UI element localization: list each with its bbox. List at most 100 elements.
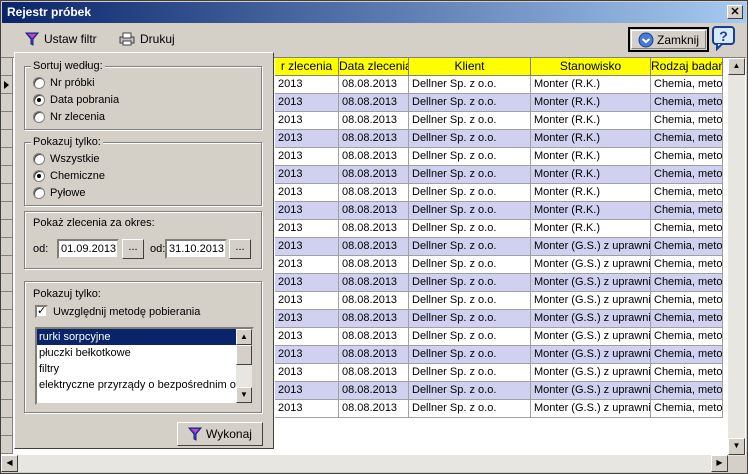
table-cell[interactable]: Chemia, metod (651, 238, 723, 256)
table-cell[interactable]: 08.08.2013 (339, 112, 409, 130)
table-cell[interactable]: Monter (R.K.) (531, 130, 651, 148)
row-header-cell[interactable] (1, 400, 13, 418)
table-cell[interactable]: Chemia, metod (651, 130, 723, 148)
row-header-cell[interactable] (1, 346, 13, 364)
table-cell[interactable]: 2013 (275, 130, 339, 148)
row-header-cell[interactable] (1, 292, 13, 310)
include-method-checkbox[interactable]: ✓ Uwzględnij metodę pobierania (35, 305, 200, 318)
table-cell[interactable]: 08.08.2013 (339, 220, 409, 238)
table-cell[interactable]: Chemia, metod (651, 112, 723, 130)
date-to-field[interactable]: 31.10.2013 (165, 239, 227, 259)
row-header-cell[interactable] (1, 112, 13, 130)
table-cell[interactable]: Monter (R.K.) (531, 220, 651, 238)
table-cell[interactable]: Dellner Sp. z o.o. (409, 94, 531, 112)
table-cell[interactable]: Dellner Sp. z o.o. (409, 274, 531, 292)
row-header-cell[interactable] (1, 382, 13, 400)
table-cell[interactable]: 08.08.2013 (339, 238, 409, 256)
row-header-cell[interactable] (1, 238, 13, 256)
column-header[interactable]: Data zlecenia (339, 58, 409, 76)
table-cell[interactable]: Dellner Sp. z o.o. (409, 382, 531, 400)
scroll-right-button[interactable]: ▶ (711, 455, 728, 472)
table-cell[interactable]: Chemia, metod (651, 328, 723, 346)
table-cell[interactable]: 2013 (275, 112, 339, 130)
table-cell[interactable]: Monter (R.K.) (531, 166, 651, 184)
table-cell[interactable]: Monter (R.K.) (531, 76, 651, 94)
close-button[interactable]: Zamknij (628, 27, 709, 52)
date-to-picker-button[interactable]: ... (229, 239, 251, 259)
table-cell[interactable]: Chemia, metod (651, 364, 723, 382)
table-cell[interactable]: Monter (G.S.) z uprawnie (531, 400, 651, 418)
table-cell[interactable]: 2013 (275, 166, 339, 184)
table-cell[interactable]: 08.08.2013 (339, 400, 409, 418)
table-cell[interactable]: Dellner Sp. z o.o. (409, 364, 531, 382)
table-cell[interactable]: Monter (R.K.) (531, 184, 651, 202)
table-cell[interactable]: Chemia, metod (651, 256, 723, 274)
table-cell[interactable]: Dellner Sp. z o.o. (409, 238, 531, 256)
table-cell[interactable]: Monter (G.S.) z uprawnie (531, 382, 651, 400)
table-cell[interactable]: Chemia, metod (651, 94, 723, 112)
table-cell[interactable]: 08.08.2013 (339, 256, 409, 274)
table-cell[interactable]: 2013 (275, 220, 339, 238)
row-header-cell[interactable] (1, 328, 13, 346)
table-cell[interactable]: Chemia, metod (651, 400, 723, 418)
execute-button[interactable]: Wykonaj (177, 422, 263, 446)
row-header-cell[interactable] (1, 436, 13, 454)
help-icon[interactable]: ? (711, 25, 737, 51)
table-cell[interactable]: Chemia, metod (651, 346, 723, 364)
table-cell[interactable]: Monter (G.S.) z uprawnie (531, 346, 651, 364)
table-cell[interactable]: Dellner Sp. z o.o. (409, 220, 531, 238)
print-button[interactable]: Drukuj (119, 28, 175, 50)
table-cell[interactable]: 08.08.2013 (339, 202, 409, 220)
horizontal-scrollbar[interactable]: ◀ ▶ (1, 455, 728, 472)
table-cell[interactable]: 08.08.2013 (339, 382, 409, 400)
table-cell[interactable]: 08.08.2013 (339, 364, 409, 382)
row-header-cell[interactable] (1, 274, 13, 292)
table-cell[interactable]: Chemia, metod (651, 274, 723, 292)
window-close-button[interactable]: ✕ (727, 5, 743, 19)
table-cell[interactable]: 08.08.2013 (339, 166, 409, 184)
table-cell[interactable]: Chemia, metod (651, 382, 723, 400)
table-cell[interactable]: 08.08.2013 (339, 130, 409, 148)
table-cell[interactable]: 2013 (275, 238, 339, 256)
table-cell[interactable]: Monter (G.S.) z uprawnie (531, 274, 651, 292)
row-header-cell[interactable] (1, 94, 13, 112)
table-cell[interactable]: Monter (G.S.) z uprawnie (531, 364, 651, 382)
table-cell[interactable]: Dellner Sp. z o.o. (409, 130, 531, 148)
table-cell[interactable]: 2013 (275, 274, 339, 292)
listbox-scrollbar[interactable]: ▲ ▼ (236, 329, 252, 403)
row-header-cell[interactable] (1, 310, 13, 328)
table-cell[interactable]: 2013 (275, 256, 339, 274)
column-header[interactable]: Klient (409, 58, 531, 76)
table-cell[interactable]: Chemia, metod (651, 184, 723, 202)
table-cell[interactable]: Dellner Sp. z o.o. (409, 400, 531, 418)
table-cell[interactable]: 08.08.2013 (339, 310, 409, 328)
table-cell[interactable]: Dellner Sp. z o.o. (409, 310, 531, 328)
row-header-cell[interactable] (1, 220, 13, 238)
row-header-cell[interactable] (1, 130, 13, 148)
sort-option-sample-no[interactable]: Nr próbki (33, 77, 95, 89)
table-cell[interactable]: 08.08.2013 (339, 94, 409, 112)
table-cell[interactable]: 08.08.2013 (339, 292, 409, 310)
table-cell[interactable]: 08.08.2013 (339, 328, 409, 346)
table-cell[interactable]: 2013 (275, 202, 339, 220)
table-cell[interactable]: 2013 (275, 364, 339, 382)
listbox-scroll-up-button[interactable]: ▲ (236, 329, 252, 345)
table-cell[interactable]: Monter (R.K.) (531, 94, 651, 112)
table-cell[interactable]: Dellner Sp. z o.o. (409, 76, 531, 94)
table-cell[interactable]: 2013 (275, 76, 339, 94)
row-header-cell[interactable] (1, 166, 13, 184)
table-cell[interactable]: Chemia, metod (651, 292, 723, 310)
sort-option-collection-date[interactable]: Data pobrania (33, 94, 119, 106)
table-cell[interactable]: Monter (R.K.) (531, 202, 651, 220)
table-cell[interactable]: Chemia, metod (651, 166, 723, 184)
table-cell[interactable]: 08.08.2013 (339, 274, 409, 292)
row-header-cell[interactable] (1, 202, 13, 220)
table-cell[interactable]: 2013 (275, 292, 339, 310)
table-cell[interactable]: Monter (G.S.) z uprawnie (531, 310, 651, 328)
table-cell[interactable]: Chemia, metod (651, 310, 723, 328)
date-from-field[interactable]: 01.09.2013 (57, 239, 119, 259)
table-cell[interactable]: Monter (G.S.) z uprawnie (531, 256, 651, 274)
scroll-up-button[interactable]: ▲ (728, 58, 745, 75)
table-cell[interactable]: 2013 (275, 148, 339, 166)
table-cell[interactable]: Dellner Sp. z o.o. (409, 256, 531, 274)
